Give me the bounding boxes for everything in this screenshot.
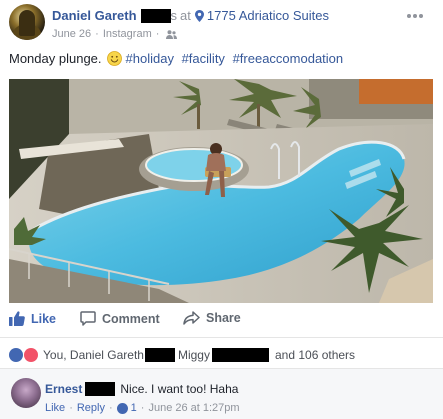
like-count-icon bbox=[116, 402, 128, 414]
comment-bubble-icon bbox=[80, 311, 96, 326]
redaction-bar bbox=[144, 348, 175, 362]
comment-text: Nice. I want too! Haha bbox=[120, 382, 239, 396]
comment-label: Comment bbox=[102, 311, 160, 326]
post-source[interactable]: Instagram bbox=[103, 28, 152, 40]
hashtag-link[interactable]: #freeaccomodation bbox=[233, 51, 344, 66]
comment-time[interactable]: June 26 at 1:27pm bbox=[148, 402, 239, 414]
comment-reply-link[interactable]: Reply bbox=[77, 402, 105, 414]
hashtag-link[interactable]: #facility bbox=[182, 51, 225, 66]
author-suffix: s bbox=[170, 8, 178, 23]
commenter-name[interactable]: Ernest bbox=[45, 382, 82, 396]
location-link[interactable]: 1775 Adriatico Suites bbox=[207, 8, 329, 23]
author-name[interactable]: Daniel Gareth bbox=[52, 8, 137, 23]
post-text: Monday plunge. #holiday #facility #freea… bbox=[9, 51, 347, 66]
author-avatar[interactable] bbox=[9, 4, 45, 40]
post-card: Daniel Gareth s at 1775 Adriatico Suites… bbox=[0, 0, 443, 419]
location-pin-icon bbox=[194, 9, 204, 22]
more-options-icon[interactable] bbox=[407, 14, 423, 20]
redaction-bar bbox=[211, 348, 269, 362]
like-label: Like bbox=[31, 311, 57, 326]
comment-button[interactable]: Comment bbox=[80, 311, 160, 326]
meta-separator: · bbox=[95, 28, 99, 40]
comment-like-link[interactable]: Like bbox=[45, 402, 65, 414]
meta-separator: · bbox=[69, 402, 73, 414]
comment-meta: Like · Reply · 1 · June 26 at 1:27pm bbox=[45, 402, 240, 414]
share-arrow-icon bbox=[183, 311, 200, 325]
divider bbox=[0, 337, 443, 338]
friends-audience-icon[interactable] bbox=[166, 29, 178, 39]
comment: Ernest Nice. I want too! Haha bbox=[45, 382, 238, 396]
post-meta: June 26 · Instagram · bbox=[52, 28, 178, 40]
post-date[interactable]: June 26 bbox=[52, 28, 91, 40]
meta-separator: · bbox=[140, 402, 145, 414]
redaction-bar bbox=[140, 8, 171, 23]
post-header: Daniel Gareth s at 1775 Adriatico Suites bbox=[52, 8, 329, 23]
hashtag-link[interactable]: #holiday bbox=[126, 51, 174, 66]
like-button[interactable]: Like bbox=[9, 311, 56, 326]
reactions-summary[interactable]: You, Daniel Gareth Miggy and 106 others bbox=[9, 348, 355, 362]
pool-photo-illustration bbox=[9, 79, 433, 303]
smile-emoji-icon bbox=[106, 51, 122, 66]
comment-like-count[interactable]: 1 bbox=[131, 402, 137, 414]
hashtag-list: #holiday #facility #freeaccomodation bbox=[126, 51, 348, 66]
thumbs-up-icon bbox=[9, 311, 25, 326]
share-label: Share bbox=[206, 311, 241, 325]
others-count[interactable]: and 106 others bbox=[275, 348, 355, 362]
reactor-names[interactable]: You, Daniel Gareth bbox=[43, 348, 144, 362]
meta-separator: · bbox=[108, 402, 113, 414]
post-body: Monday plunge. bbox=[9, 51, 102, 66]
like-reaction-icon bbox=[9, 348, 23, 362]
post-photo[interactable] bbox=[9, 79, 433, 303]
meta-separator: · bbox=[155, 28, 160, 40]
reactor-name[interactable]: Miggy bbox=[178, 348, 210, 362]
love-reaction-icon bbox=[24, 348, 38, 362]
post-actions: Like Comment Share bbox=[0, 308, 443, 332]
at-label: at bbox=[180, 8, 191, 23]
commenter-avatar[interactable] bbox=[11, 378, 41, 408]
redaction-bar bbox=[85, 382, 116, 396]
share-button[interactable]: Share bbox=[183, 311, 241, 325]
